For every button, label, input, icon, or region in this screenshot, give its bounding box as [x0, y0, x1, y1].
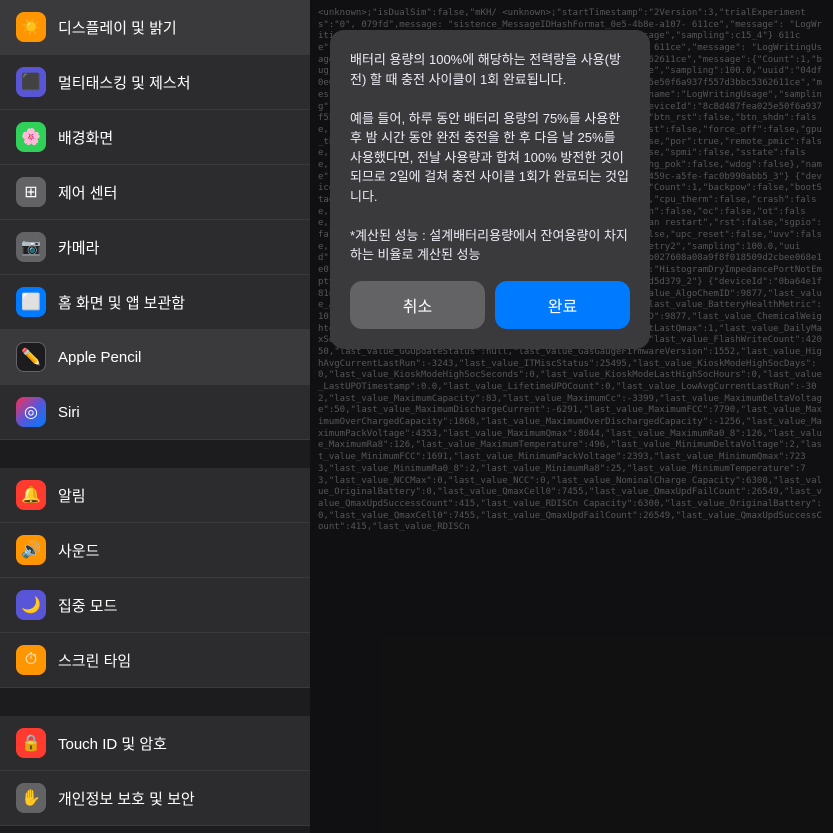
sidebar-item-screentime[interactable]: ⏱ 스크린 타임: [0, 633, 310, 688]
dialog-buttons: 취소 완료: [350, 281, 630, 329]
alarm-icon: 🔔: [16, 480, 46, 510]
sidebar-item-label: 알림: [58, 485, 86, 506]
main-content: <unknown>;"isDualSim":false,"mKH/ <unkno…: [310, 0, 833, 833]
sidebar-item-label: Apple Pencil: [58, 349, 141, 366]
siri-icon: ◎: [16, 397, 46, 427]
multitask-icon: ⬛: [16, 67, 46, 97]
section-divider-1: [0, 440, 310, 468]
dialog-overlay: 배터리 용량의 100%에 해당하는 전력량을 사용(방전) 할 때 충전 사이…: [310, 0, 833, 833]
focus-icon: 🌙: [16, 590, 46, 620]
sidebar-item-homescreen[interactable]: ⬜ 홈 화면 및 앱 보관함: [0, 275, 310, 330]
sidebar: ☀️ 디스플레이 및 밝기 ⬛ 멀티태스킹 및 제스처 🌸 배경화면 ⊞ 제어 …: [0, 0, 310, 833]
sound-icon: 🔊: [16, 535, 46, 565]
display-icon: ☀️: [16, 12, 46, 42]
sidebar-item-camera[interactable]: 📷 카메라: [0, 220, 310, 275]
camera-icon: 📷: [16, 232, 46, 262]
cancel-button[interactable]: 취소: [350, 281, 485, 329]
sidebar-item-pencil[interactable]: ✏️ Apple Pencil: [0, 330, 310, 385]
sidebar-item-label: Siri: [58, 404, 80, 421]
sidebar-item-label: 제어 센터: [58, 182, 117, 203]
sidebar-item-label: 디스플레이 및 밝기: [58, 17, 177, 38]
wallpaper-icon: 🌸: [16, 122, 46, 152]
screentime-icon: ⏱: [16, 645, 46, 675]
sidebar-item-display[interactable]: ☀️ 디스플레이 및 밝기: [0, 0, 310, 55]
control-icon: ⊞: [16, 177, 46, 207]
homescreen-icon: ⬜: [16, 287, 46, 317]
section-divider-3: [0, 826, 310, 833]
sidebar-item-siri[interactable]: ◎ Siri: [0, 385, 310, 440]
section-divider-2: [0, 688, 310, 716]
pencil-icon: ✏️: [16, 342, 46, 372]
dialog-text: 배터리 용량의 100%에 해당하는 전력량을 사용(방전) 할 때 충전 사이…: [350, 50, 630, 265]
touchid-icon: 🔒: [16, 728, 46, 758]
sidebar-item-label: 카메라: [58, 237, 99, 258]
sidebar-item-label: 개인정보 보호 및 보안: [58, 788, 195, 809]
sidebar-item-privacy[interactable]: ✋ 개인정보 보호 및 보안: [0, 771, 310, 826]
sidebar-item-label: 홈 화면 및 앱 보관함: [58, 292, 185, 313]
sidebar-item-label: 스크린 타임: [58, 650, 131, 671]
sidebar-item-label: 배경화면: [58, 127, 113, 148]
sidebar-item-label: 멀티태스킹 및 제스처: [58, 72, 191, 93]
sidebar-item-focus[interactable]: 🌙 집중 모드: [0, 578, 310, 633]
sidebar-item-sound[interactable]: 🔊 사운드: [0, 523, 310, 578]
sidebar-item-touchid[interactable]: 🔒 Touch ID 및 암호: [0, 716, 310, 771]
sidebar-item-alarm[interactable]: 🔔 알림: [0, 468, 310, 523]
dialog-box: 배터리 용량의 100%에 해당하는 전력량을 사용(방전) 할 때 충전 사이…: [330, 30, 650, 349]
sidebar-item-label: 집중 모드: [58, 595, 117, 616]
sidebar-item-control[interactable]: ⊞ 제어 센터: [0, 165, 310, 220]
sidebar-item-label: Touch ID 및 암호: [58, 733, 167, 754]
sidebar-item-label: 사운드: [58, 540, 99, 561]
sidebar-item-multitask[interactable]: ⬛ 멀티태스킹 및 제스처: [0, 55, 310, 110]
sidebar-item-wallpaper[interactable]: 🌸 배경화면: [0, 110, 310, 165]
privacy-icon: ✋: [16, 783, 46, 813]
confirm-button[interactable]: 완료: [495, 281, 630, 329]
